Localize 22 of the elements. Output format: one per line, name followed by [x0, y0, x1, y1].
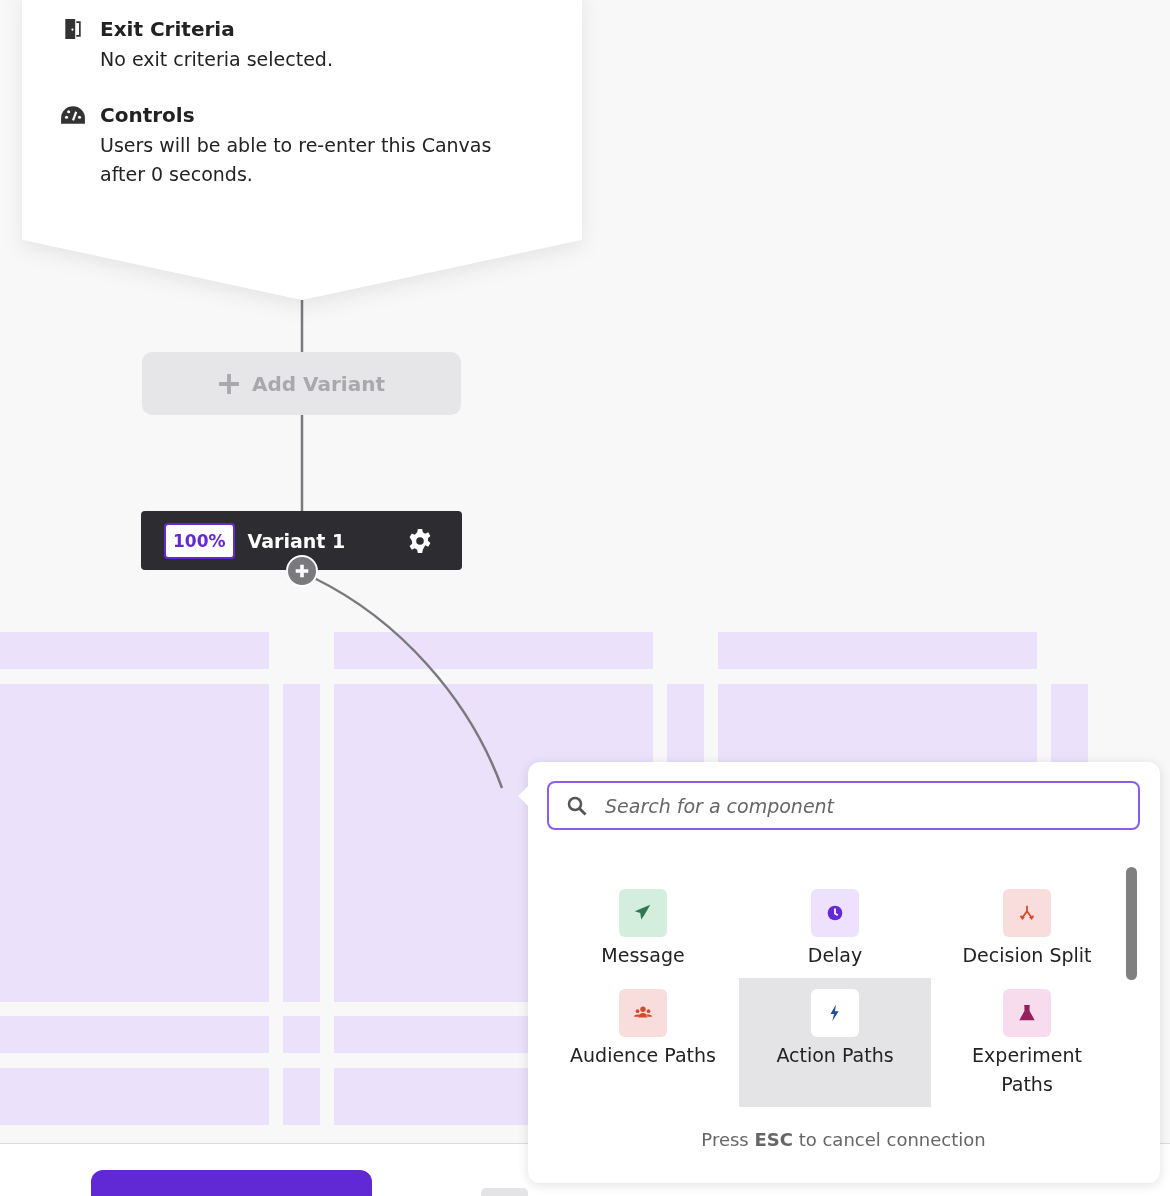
- component-option[interactable]: Action Paths: [739, 978, 931, 1107]
- search-field[interactable]: Search for a component: [547, 781, 1140, 830]
- component-option[interactable]: Audience Paths: [547, 978, 739, 1107]
- variant-name: Variant 1: [247, 529, 346, 552]
- section-title: Controls: [100, 102, 196, 129]
- section-text: Users will be able to re-enter this Canvas after 0 seconds.: [100, 133, 493, 187]
- component-option[interactable]: Experiment Paths: [931, 978, 1123, 1107]
- gauge-icon: [60, 104, 86, 126]
- section-title: Exit Criteria: [100, 16, 236, 43]
- plus-icon: [218, 372, 240, 395]
- settings-icon: [407, 527, 433, 554]
- hint-text: Press ESC to cancel connection: [700, 1129, 987, 1150]
- connector-line: [300, 300, 304, 352]
- plus-icon: [293, 562, 311, 580]
- percentage-badge: 100%: [164, 522, 235, 559]
- add-step-button[interactable]: [286, 555, 318, 587]
- component-option[interactable]: Decision Split: [931, 878, 1123, 978]
- scrollbar[interactable]: [1126, 867, 1137, 980]
- variant-node[interactable]: 100% Variant 1: [141, 511, 462, 570]
- component-option[interactable]: Delay: [739, 878, 931, 978]
- section-text: No exit criteria selected.: [100, 47, 334, 72]
- component-option[interactable]: Message: [547, 878, 739, 978]
